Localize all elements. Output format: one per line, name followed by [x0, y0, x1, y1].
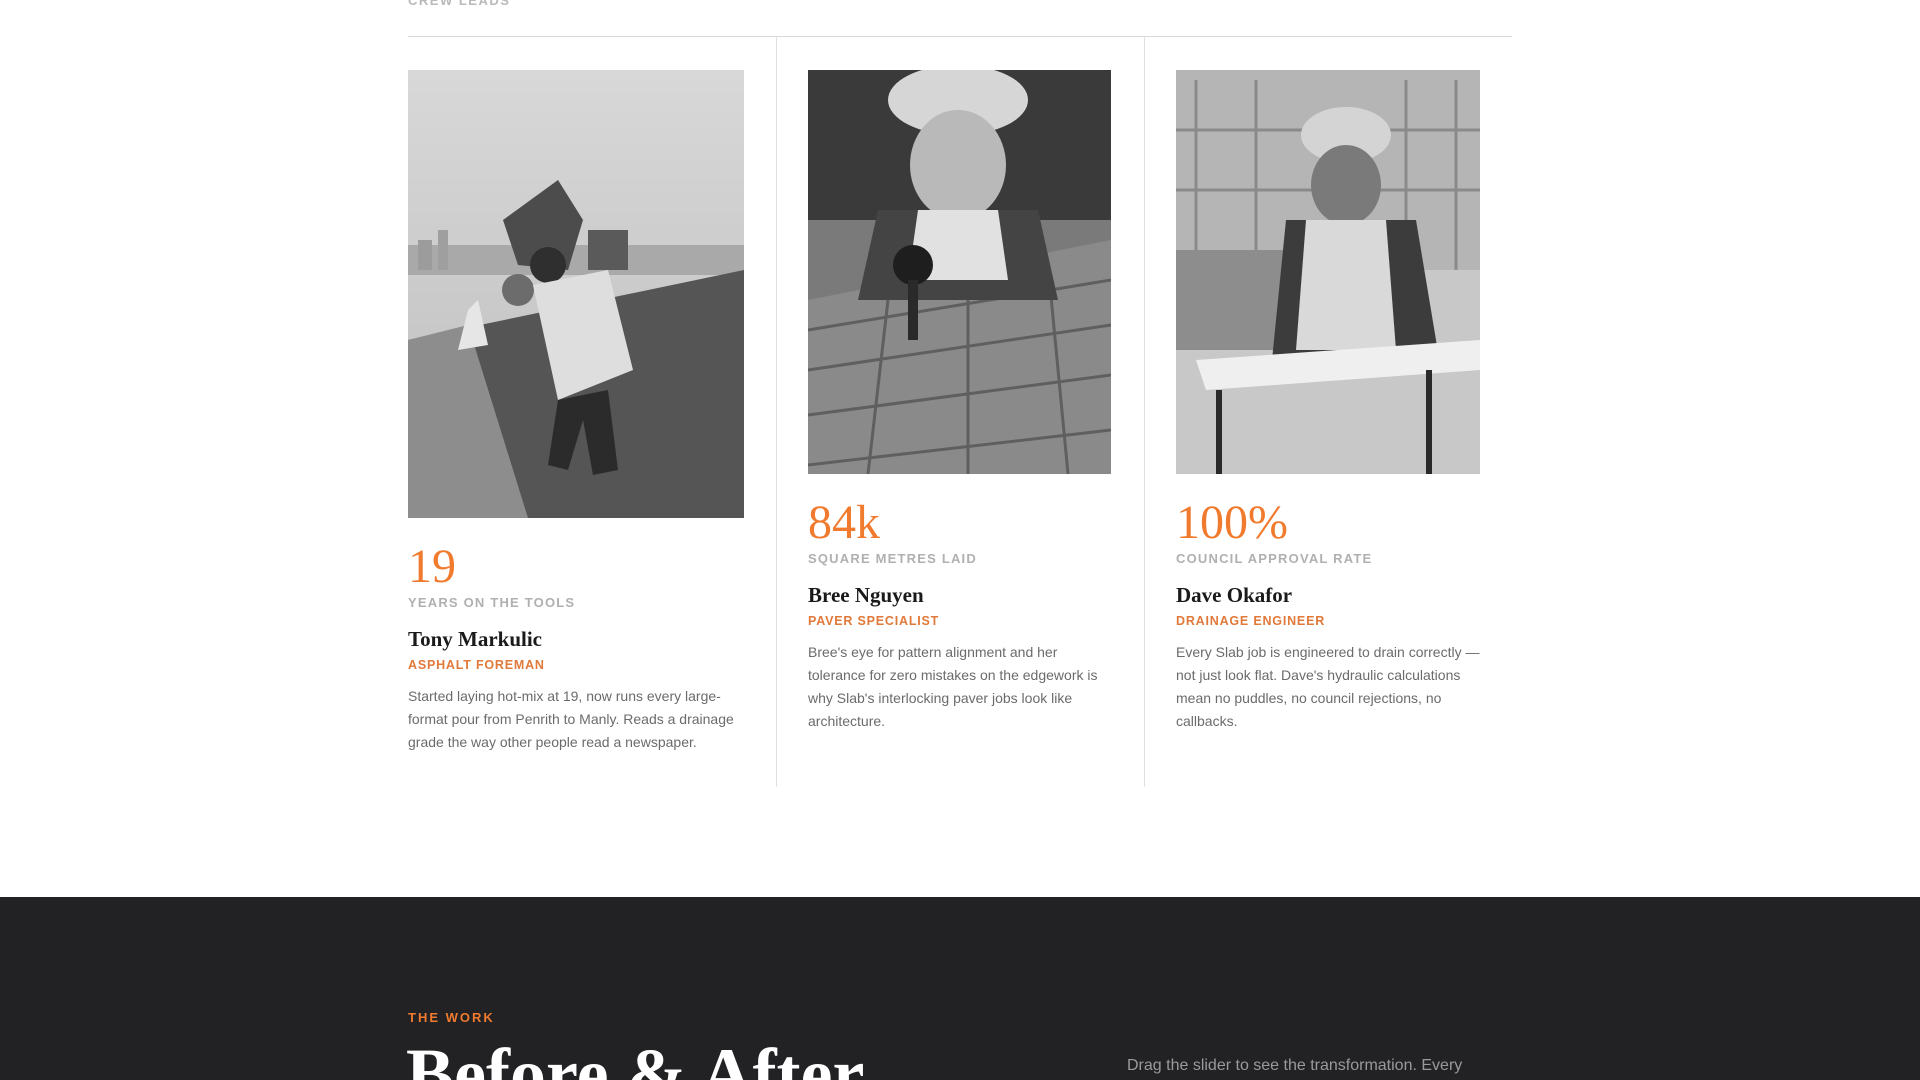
crew-role: ASPHALT FOREMAN [408, 658, 545, 672]
the-work-section: THE WORK Before & After Drag the slider … [0, 897, 1920, 1080]
stat-value: 19 [408, 540, 456, 593]
stat-value: 100% [1176, 496, 1288, 549]
crew-name: Tony Markulic [408, 627, 542, 651]
crew-photo-asphalt-foreman [408, 70, 744, 518]
the-work-eyebrow: THE WORK [408, 1010, 495, 1025]
stat-value: 84k [808, 496, 880, 549]
crew-bio: Every Slab job is engineered to drain co… [1176, 644, 1480, 729]
crew-bio: Bree's eye for pattern alignment and her… [808, 644, 1098, 729]
crew-leads-section: CREW LEADS 19 YEARS ON THE TOOLS Tony Ma… [0, 0, 1920, 897]
section-divider-line [408, 36, 1512, 37]
crew-role: PAVER SPECIALIST [808, 614, 940, 628]
stat-label: COUNCIL APPROVAL RATE [1176, 551, 1373, 566]
column-divider [1144, 37, 1145, 787]
crew-name: Bree Nguyen [808, 583, 924, 607]
crew-photo-paver-specialist [808, 70, 1111, 474]
crew-leads-eyebrow: CREW LEADS [408, 0, 511, 8]
crew-bio: Started laying hot-mix at 19, now runs e… [408, 688, 734, 750]
column-divider [776, 37, 777, 787]
crew-name: Dave Okafor [1176, 583, 1293, 607]
crew-role: DRAINAGE ENGINEER [1176, 614, 1326, 628]
before-after-description: Drag the slider to see the transformatio… [1127, 1057, 1463, 1074]
stat-label: YEARS ON THE TOOLS [408, 595, 576, 610]
before-after-heading: Before & After [406, 1034, 865, 1080]
stat-label: SQUARE METRES LAID [808, 551, 977, 566]
crew-photo-drainage-engineer [1176, 70, 1480, 474]
